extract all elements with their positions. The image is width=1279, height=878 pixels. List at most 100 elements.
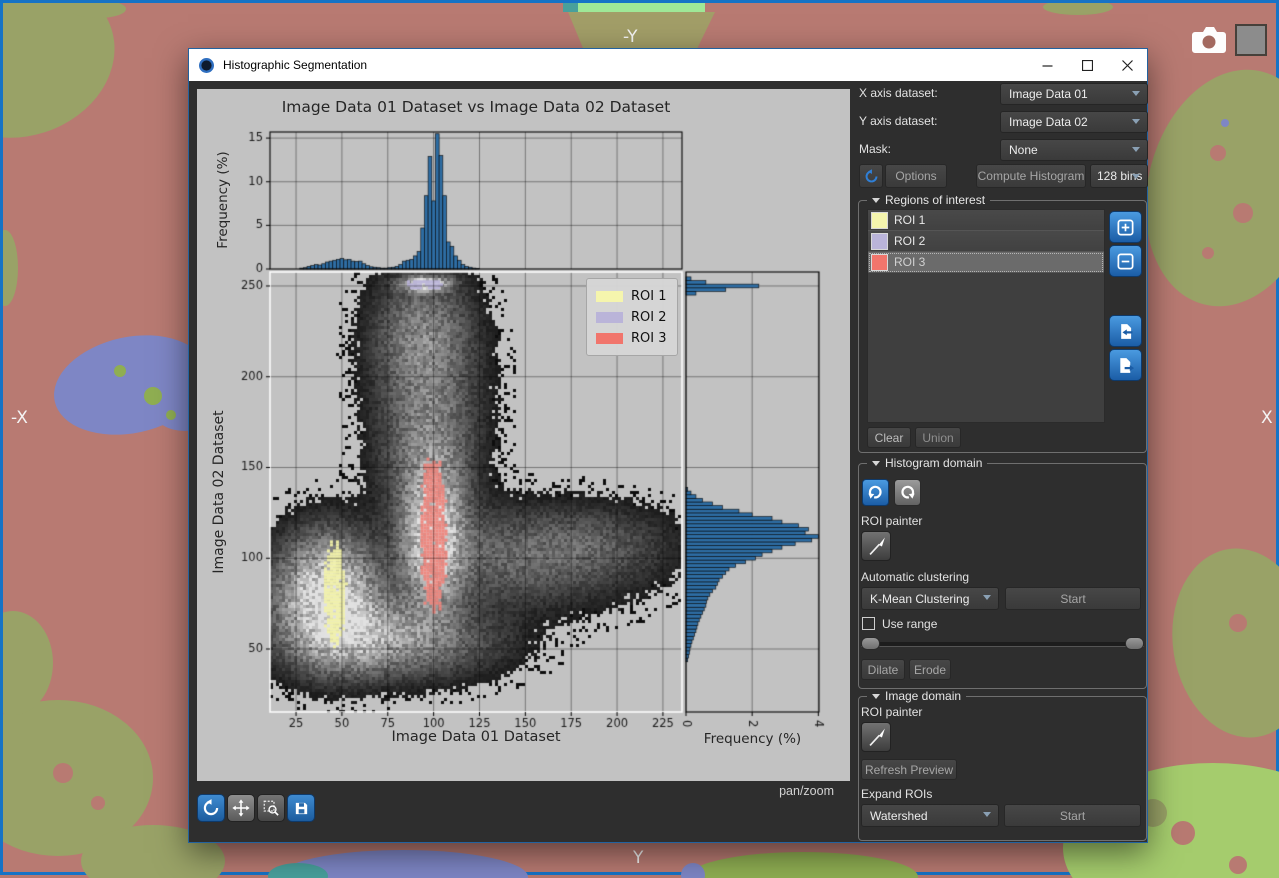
legend-swatch [596, 312, 623, 323]
regions-of-interest-title[interactable]: Regions of interest [867, 193, 990, 207]
range-slider-handle-right[interactable] [1125, 637, 1144, 650]
add-roi-button[interactable] [1109, 211, 1142, 243]
titlebar[interactable]: Histographic Segmentation [189, 49, 1147, 81]
minimize-button[interactable] [1027, 50, 1067, 81]
roi-color-swatch[interactable] [871, 233, 888, 250]
roi-color-swatch[interactable] [871, 254, 888, 271]
main-xlabel: Image Data 01 Dataset [270, 729, 682, 745]
remove-roi-button[interactable] [1109, 245, 1142, 277]
legend-label: ROI 1 [631, 289, 667, 304]
options-button[interactable]: Options [885, 164, 947, 188]
export-rois-button[interactable] [1109, 349, 1142, 381]
undo-button[interactable] [862, 479, 889, 506]
reset-view-icon [202, 799, 220, 817]
chevron-down-icon [1132, 147, 1140, 152]
clear-rois-button[interactable]: Clear [867, 427, 911, 448]
maximize-button[interactable] [1067, 50, 1107, 81]
zoom-rect-button[interactable] [257, 794, 285, 822]
union-rois-button[interactable]: Union [915, 427, 961, 448]
clustering-start-button[interactable]: Start [1005, 587, 1141, 610]
expand-method-combo[interactable]: Watershed [861, 804, 999, 827]
chevron-down-icon [983, 595, 991, 600]
chevron-down-icon [983, 812, 991, 817]
chevron-down-icon [1132, 91, 1140, 96]
range-slider-groove[interactable] [861, 642, 1144, 647]
legend-swatch [596, 333, 623, 344]
orientation-label-bottom: Y [633, 848, 643, 868]
roi-item-label: ROI 2 [894, 234, 925, 248]
roi-color-swatch[interactable] [871, 212, 888, 229]
roi-item-label: ROI 3 [894, 255, 925, 269]
save-icon [293, 800, 310, 817]
roi-list-item[interactable]: ROI 2 [868, 231, 1104, 252]
chevron-down-icon [1132, 119, 1140, 124]
chevron-down-icon [1132, 174, 1140, 179]
plus-icon [1116, 218, 1135, 237]
legend-entry: ROI 1 [596, 286, 667, 307]
roi-list[interactable]: ROI 1 ROI 2 ROI 3 [867, 209, 1105, 423]
toolbar-mode-label: pan/zoom [634, 784, 834, 798]
mask-label: Mask: [859, 142, 891, 156]
x-axis-dataset-combo[interactable]: Image Data 01 [1000, 83, 1148, 105]
figure-area: Image Data 01 Dataset vs Image Data 02 D… [197, 89, 850, 781]
close-button[interactable] [1107, 50, 1147, 81]
redo-button[interactable] [894, 479, 921, 506]
image-roi-painter-button[interactable] [861, 722, 891, 752]
histogram-figure-canvas[interactable] [197, 89, 850, 781]
pan-button[interactable] [227, 794, 255, 822]
right-panel: X axis dataset: Image Data 01 Y axis dat… [856, 81, 1149, 842]
orientation-label-top: -Y [623, 27, 638, 47]
compute-histogram-button[interactable]: Compute Histogram [976, 164, 1086, 188]
minus-icon [1116, 252, 1135, 271]
plot-legend: ROI 1 ROI 2ROI 3 [586, 278, 678, 356]
zoom-rect-icon [262, 799, 280, 817]
expand-start-button[interactable]: Start [1004, 804, 1141, 827]
orientation-label-left: -X [11, 408, 28, 428]
brush-icon [865, 535, 887, 557]
figure-title: Image Data 01 Dataset vs Image Data 02 D… [270, 98, 682, 116]
hist-roi-painter-label: ROI painter [861, 514, 922, 528]
window-title: Histographic Segmentation [223, 58, 1027, 72]
erode-button[interactable]: Erode [909, 659, 951, 680]
roi-item-label: ROI 1 [894, 213, 925, 227]
right-hist-xlabel: Frequency (%) [686, 731, 819, 747]
color-swatch-square[interactable] [1235, 24, 1267, 56]
import-file-icon [1116, 322, 1135, 341]
app-window: Histographic Segmentation Image Data 01 … [188, 48, 1148, 843]
roi-list-item[interactable]: ROI 3 [868, 252, 1104, 273]
refresh-icon [864, 169, 879, 184]
use-range-checkbox[interactable] [862, 617, 875, 630]
import-rois-button[interactable] [1109, 315, 1142, 347]
histogram-domain-title[interactable]: Histogram domain [867, 456, 987, 470]
figure-toolbar [197, 794, 315, 822]
window-body: Image Data 01 Dataset vs Image Data 02 D… [189, 81, 1147, 842]
redo-icon [899, 484, 916, 501]
hist-roi-painter-button[interactable] [861, 531, 891, 561]
top-hist-ylabel: Frequency (%) [215, 120, 231, 280]
image-roi-painter-label: ROI painter [861, 705, 922, 719]
refresh-preview-button[interactable]: Refresh Preview [861, 759, 957, 780]
expand-rois-label: Expand ROIs [861, 787, 932, 801]
reset-view-button[interactable] [197, 794, 225, 822]
legend-entry: ROI 3 [596, 328, 667, 349]
save-figure-button[interactable] [287, 794, 315, 822]
undo-icon [867, 484, 884, 501]
collapse-arrow-icon [872, 461, 880, 466]
x-axis-dataset-label: X axis dataset: [859, 86, 938, 100]
mask-combo[interactable]: None [1000, 139, 1148, 161]
pan-icon [232, 799, 250, 817]
dilate-button[interactable]: Dilate [861, 659, 905, 680]
legend-entry: ROI 2 [596, 307, 667, 328]
camera-icon[interactable] [1189, 23, 1229, 62]
main-ylabel: Image Data 02 Dataset [211, 362, 227, 622]
range-slider-handle-left[interactable] [861, 637, 880, 650]
reload-datasets-button[interactable] [859, 164, 883, 188]
bins-combo[interactable]: 128 bins [1090, 164, 1148, 188]
roi-list-item[interactable]: ROI 1 [868, 210, 1104, 231]
y-axis-dataset-combo[interactable]: Image Data 02 [1000, 111, 1148, 133]
automatic-clustering-label: Automatic clustering [861, 570, 969, 584]
app-icon [198, 57, 215, 74]
image-domain-title[interactable]: Image domain [867, 689, 966, 703]
orientation-label-right: X [1261, 408, 1273, 428]
clustering-method-combo[interactable]: K-Mean Clustering [861, 587, 999, 610]
